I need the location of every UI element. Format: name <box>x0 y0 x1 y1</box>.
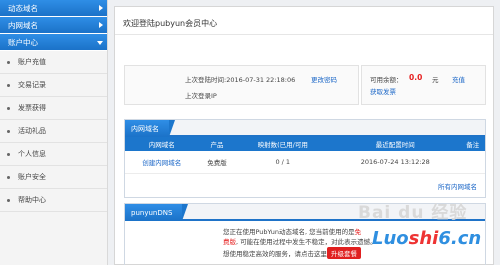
sidebar-item-transactions[interactable]: 交易记录 <box>0 74 107 97</box>
table-row: 创建内网域名 免费版 0 / 1 2016-07-24 13:12:28 <box>125 151 485 174</box>
sidebar-item-profile[interactable]: 个人信息 <box>0 143 107 166</box>
sidebar-item-label: 交易记录 <box>18 81 46 89</box>
column-header: 备注 <box>460 137 485 151</box>
sidebar-item-recharge[interactable]: 账户充值 <box>0 51 107 74</box>
column-header: 最近配置时间 <box>330 137 461 151</box>
sidebar-item-gifts[interactable]: 活动礼品 <box>0 120 107 143</box>
balance-unit: 元 <box>432 76 439 84</box>
bullet-icon <box>7 106 10 110</box>
sidebar-group-label: 内网域名 <box>8 20 38 30</box>
page-title: 欢迎登陆pubyun会员中心 <box>115 7 493 35</box>
sidebar-group-lan[interactable]: 内网域名 <box>0 17 107 34</box>
last-login-ip: 上次登录IP <box>185 92 217 100</box>
tab-dns[interactable]: punyunDNS <box>125 204 189 221</box>
sidebar-item-label: 活动礼品 <box>18 127 46 135</box>
column-header: 产品 <box>198 137 236 151</box>
column-header: 映射数(已用/可用 <box>235 137 331 151</box>
sidebar-item-label: 账户充值 <box>18 58 46 66</box>
sidebar-item-label: 账户安全 <box>18 173 46 181</box>
bullet-icon <box>7 60 10 64</box>
all-lan-domains-link[interactable]: 所有内网域名 <box>438 183 477 191</box>
get-invoice-link[interactable]: 获取发票 <box>370 86 396 96</box>
dns-notice-text: 您正在使用PubYun动态域名, 您当前使用的是 <box>223 228 355 236</box>
chevron-down-icon <box>97 41 103 45</box>
sidebar-group-label: 动态域名 <box>8 3 38 13</box>
sidebar-item-label: 帮助中心 <box>18 196 46 204</box>
create-lan-domain-link[interactable]: 创建内网域名 <box>142 159 181 167</box>
baidu-watermark: Bai du 经验 <box>358 203 468 223</box>
upgrade-plan-button[interactable]: 升级套餐 <box>327 247 361 259</box>
last-login-time: 上次登陆时间:2016-07-31 22:18:06 <box>185 76 296 84</box>
sidebar-item-label: 个人信息 <box>18 150 46 158</box>
panel-header: 内网域名 <box>125 120 485 137</box>
balance-value: 0.0 <box>409 73 423 82</box>
sidebar-item-security[interactable]: 账户安全 <box>0 166 107 189</box>
chevron-right-icon <box>99 22 103 28</box>
note-cell <box>460 151 485 174</box>
sidebar-group-label: 账户中心 <box>8 37 38 47</box>
column-header: 内网域名 <box>125 137 199 151</box>
mapping-cell: 0 / 1 <box>235 151 331 174</box>
tab-lan-domain[interactable]: 内网域名 <box>125 120 175 137</box>
main-panel: 欢迎登陆pubyun会员中心 上次登陆时间:2016-07-31 22:18:0… <box>114 6 494 265</box>
balance-box: 可用余额： 0.0 元 充值 获取发票 <box>361 65 486 105</box>
site-watermark: Luoshi6.cn <box>372 228 482 249</box>
bullet-icon <box>7 129 10 133</box>
product-cell: 免费版 <box>198 151 236 174</box>
sidebar-group-ddns[interactable]: 动态域名 <box>0 0 107 17</box>
dns-plan-text: 免 <box>354 228 362 236</box>
sidebar-item-invoice[interactable]: 发票获得 <box>0 97 107 120</box>
balance-label: 可用余额： <box>370 76 403 84</box>
login-info-box: 上次登陆时间:2016-07-31 22:18:06 更改密码 上次登录IP <box>124 65 359 105</box>
sidebar-item-label: 发票获得 <box>18 104 46 112</box>
lan-domain-table: 内网域名 产品 映射数(已用/可用 最近配置时间 备注 创建内网域名 免费版 0… <box>125 137 485 174</box>
sidebar: 动态域名 内网域名 账户中心 账户充值 交易记录 发票获得 活动礼品 个人信息 … <box>0 0 108 265</box>
bullet-icon <box>7 152 10 156</box>
dns-notice-text: , 可能在使用过程中发生不稳定，对此表示遗憾。 <box>236 238 377 246</box>
sidebar-group-account[interactable]: 账户中心 <box>0 34 107 51</box>
dns-plan-text: 费版 <box>223 238 236 246</box>
bullet-icon <box>7 83 10 87</box>
sidebar-item-help[interactable]: 帮助中心 <box>0 189 107 212</box>
bullet-icon <box>7 175 10 179</box>
time-cell: 2016-07-24 13:12:28 <box>330 151 461 174</box>
change-password-link[interactable]: 更改密码 <box>311 74 337 84</box>
lan-domain-panel: 内网域名 内网域名 产品 映射数(已用/可用 最近配置时间 备注 创建内网域名 … <box>124 119 486 198</box>
dns-notice-text: 想使用稳定高效的服务，请点击这里 <box>223 250 327 258</box>
bullet-icon <box>7 198 10 202</box>
chevron-right-icon <box>99 5 103 11</box>
recharge-link[interactable]: 充值 <box>452 74 465 84</box>
